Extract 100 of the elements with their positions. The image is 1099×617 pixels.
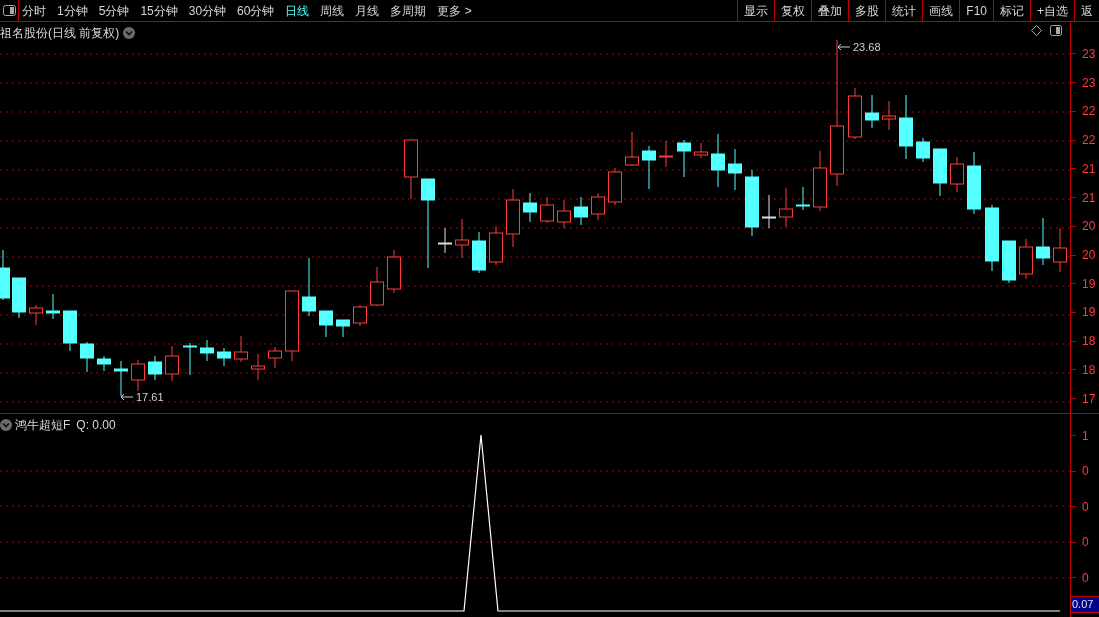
candlestick: [762, 194, 776, 229]
toolbar-button[interactable]: 统计: [885, 0, 923, 21]
chart-title: 祖名股份(日线 前复权): [0, 25, 120, 42]
toolbar-button[interactable]: 复权: [774, 0, 812, 21]
high-price-label: 23.68: [853, 40, 881, 55]
dropdown-icon[interactable]: [123, 27, 136, 39]
candlestick: [642, 145, 656, 190]
candlestick: [319, 310, 333, 338]
period-tab[interactable]: 多周期: [390, 1, 427, 20]
arrow-icon: [838, 43, 850, 52]
toolbar-button[interactable]: 画线: [922, 0, 960, 21]
candlestick: [728, 148, 742, 191]
candlestick: [370, 266, 384, 307]
axis-label: 19: [1082, 275, 1096, 293]
candlestick: [12, 277, 26, 319]
toolbar-button[interactable]: 返: [1074, 0, 1099, 21]
candlestick: [148, 355, 162, 381]
candlestick: [472, 231, 486, 274]
candlestick: [80, 341, 94, 373]
candlestick: [950, 156, 964, 193]
axis-label: 0: [1082, 534, 1089, 552]
toolbar-button[interactable]: 叠加: [811, 0, 849, 21]
candlestick: [916, 137, 930, 163]
period-tab[interactable]: 5分钟: [98, 1, 130, 20]
axis-label: 22: [1082, 103, 1096, 121]
period-tab[interactable]: 周线: [320, 1, 345, 20]
candlestick: [183, 342, 197, 376]
candlestick: [779, 187, 793, 228]
panel-toggle-icon[interactable]: [2, 5, 16, 16]
candlestick: [967, 151, 981, 215]
toolbar-button[interactable]: F10: [959, 0, 993, 21]
period-tab[interactable]: 更多 >: [437, 1, 472, 20]
candlestick: [336, 319, 350, 338]
candlestick: [131, 359, 145, 392]
candlestick: [813, 150, 827, 212]
period-tab[interactable]: 1分钟: [57, 1, 88, 20]
toolbar-button[interactable]: 显示: [737, 0, 775, 21]
candlestick: [63, 310, 77, 352]
diamond-icon[interactable]: [1031, 25, 1042, 36]
period-tab[interactable]: 60分钟: [237, 1, 275, 20]
period-tab[interactable]: 30分钟: [188, 1, 227, 20]
axis-label: 22: [1082, 132, 1096, 150]
low-price-label: 17.61: [136, 390, 164, 405]
candlestick: [625, 131, 639, 167]
period-tab[interactable]: 15分钟: [140, 1, 178, 20]
candlestick: [899, 94, 913, 160]
current-value-label: 0.07: [1071, 595, 1099, 613]
axis-label: 21: [1082, 189, 1096, 207]
candlestick: [268, 346, 282, 369]
axis-label: 18: [1082, 361, 1096, 379]
period-tab[interactable]: 分时: [22, 1, 46, 20]
candlestick: [608, 167, 622, 206]
candlestick: [694, 142, 708, 159]
candlestick: [200, 339, 214, 362]
axis-label: 21: [1082, 160, 1096, 178]
candlestick: [659, 140, 673, 168]
candlestick: [848, 87, 862, 140]
candlestick: [97, 355, 111, 372]
candlestick: [455, 218, 469, 259]
axis-label: 19: [1082, 304, 1096, 322]
toolbar-button[interactable]: +自选: [1030, 0, 1074, 21]
arrow-icon: [121, 393, 133, 402]
candlestick: [165, 345, 179, 382]
dropdown-icon[interactable]: [0, 419, 12, 431]
candlestick: [557, 199, 571, 229]
axis-label: 17: [1082, 390, 1096, 408]
axis-label: 20: [1082, 218, 1096, 236]
candlestick: [933, 148, 947, 197]
indicator-reading: Q: 0.00: [76, 417, 116, 434]
candlestick: [234, 335, 248, 363]
candlestick: [46, 293, 60, 320]
toolbar-button[interactable]: 标记: [993, 0, 1030, 21]
candlestick: [1053, 227, 1067, 273]
axis-label: 18: [1082, 333, 1096, 351]
candlestick: [251, 353, 265, 381]
panel-toggle-icon[interactable]: [1050, 25, 1062, 36]
candlestick: [574, 196, 588, 226]
candlestick: [523, 192, 537, 223]
period-tab[interactable]: 月线: [355, 1, 380, 20]
candlestick: [745, 169, 759, 237]
candlestick: [217, 347, 231, 367]
period-tab[interactable]: 日线: [285, 1, 310, 20]
candlestick: [882, 100, 896, 131]
candlestick: [404, 139, 418, 200]
axis-label: 0: [1082, 498, 1089, 516]
candlestick: [1002, 240, 1016, 284]
candlestick: [506, 188, 520, 248]
candlestick: [302, 257, 316, 317]
axis-label: 1: [1082, 427, 1089, 445]
axis-label: 0: [1082, 463, 1089, 481]
candlestick: [489, 225, 503, 266]
candlestick: [387, 249, 401, 294]
candlestick: [591, 192, 605, 221]
candlestick: [285, 290, 299, 362]
toolbar-button[interactable]: 多股: [848, 0, 886, 21]
axis-label: 23: [1082, 45, 1096, 63]
candlestick: [865, 94, 879, 129]
indicator-name: 鸿牛超短F: [15, 417, 71, 434]
candlestick: [985, 204, 999, 272]
candlestick: [677, 139, 691, 178]
